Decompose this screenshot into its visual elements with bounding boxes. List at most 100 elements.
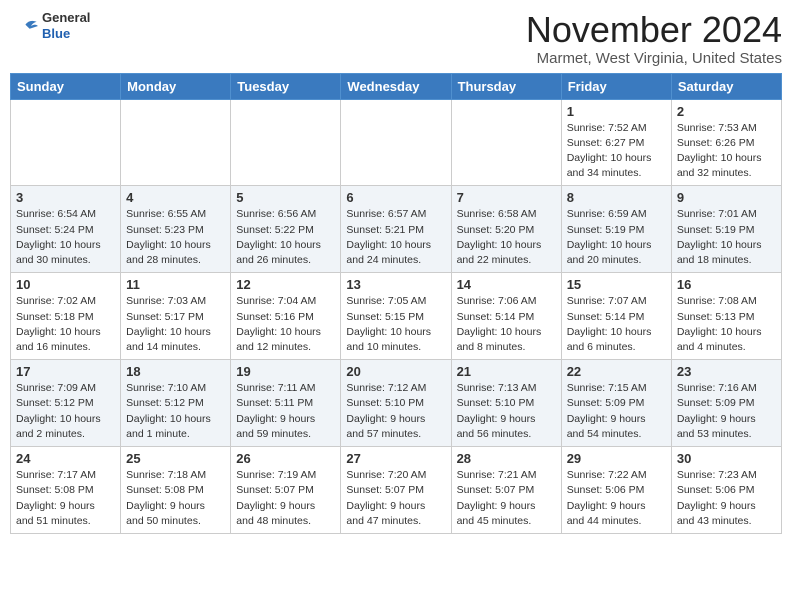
day-number: 19: [236, 364, 335, 379]
calendar-cell: 15Sunrise: 7:07 AM Sunset: 5:14 PM Dayli…: [561, 273, 671, 360]
day-info: Sunrise: 7:02 AM Sunset: 5:18 PM Dayligh…: [16, 294, 115, 355]
day-number: 8: [567, 190, 666, 205]
day-info: Sunrise: 7:06 AM Sunset: 5:14 PM Dayligh…: [457, 294, 556, 355]
week-row-1: 1Sunrise: 7:52 AM Sunset: 6:27 PM Daylig…: [11, 99, 782, 186]
day-info: Sunrise: 6:54 AM Sunset: 5:24 PM Dayligh…: [16, 207, 115, 268]
day-info: Sunrise: 6:56 AM Sunset: 5:22 PM Dayligh…: [236, 207, 335, 268]
day-number: 6: [346, 190, 445, 205]
calendar-cell: 28 Sunrise: 7:21 AM Sunset: 5:07 PM Dayli…: [451, 447, 561, 534]
day-number: 26: [236, 451, 335, 466]
day-info: Sunrise: 7:21 AM Sunset: 5:07 PM Dayligh…: [457, 468, 556, 529]
day-info: Sunrise: 6:58 AM Sunset: 5:20 PM Dayligh…: [457, 207, 556, 268]
calendar-header: SundayMondayTuesdayWednesdayThursdayFrid…: [11, 73, 782, 99]
calendar-body: 1Sunrise: 7:52 AM Sunset: 6:27 PM Daylig…: [11, 99, 782, 533]
weekday-row: SundayMondayTuesdayWednesdayThursdayFrid…: [11, 73, 782, 99]
calendar-cell: 7 Sunrise: 6:58 AM Sunset: 5:20 PM Daylig…: [451, 186, 561, 273]
title-area: November 2024 Marmet, West Virginia, Uni…: [526, 10, 782, 67]
day-number: 10: [16, 277, 115, 292]
day-number: 7: [457, 190, 556, 205]
calendar-cell: 9 Sunrise: 7:01 AM Sunset: 5:19 PM Daylig…: [671, 186, 781, 273]
month-title: November 2024: [526, 10, 782, 50]
header: General Blue November 2024 Marmet, West …: [10, 10, 782, 67]
calendar-cell: 30Sunrise: 7:23 AM Sunset: 5:06 PM Dayli…: [671, 447, 781, 534]
day-info: Sunrise: 7:17 AM Sunset: 5:08 PM Dayligh…: [16, 468, 115, 529]
calendar-cell: 16 Sunrise: 7:08 AM Sunset: 5:13 PM Dayli…: [671, 273, 781, 360]
week-row-5: 24 Sunrise: 7:17 AM Sunset: 5:08 PM Dayli…: [11, 447, 782, 534]
weekday-header-monday: Monday: [121, 73, 231, 99]
calendar-cell: 27 Sunrise: 7:20 AM Sunset: 5:07 PM Dayli…: [341, 447, 451, 534]
calendar-cell: 19 Sunrise: 7:11 AM Sunset: 5:11 PM Dayli…: [231, 360, 341, 447]
day-number: 15: [567, 277, 666, 292]
calendar-cell: [341, 99, 451, 186]
calendar: SundayMondayTuesdayWednesdayThursdayFrid…: [10, 73, 782, 534]
weekday-header-thursday: Thursday: [451, 73, 561, 99]
day-info: Sunrise: 7:11 AM Sunset: 5:11 PM Dayligh…: [236, 381, 335, 442]
day-number: 14: [457, 277, 556, 292]
calendar-cell: 5 Sunrise: 6:56 AM Sunset: 5:22 PM Daylig…: [231, 186, 341, 273]
day-number: 16: [677, 277, 776, 292]
calendar-cell: 12Sunrise: 7:04 AM Sunset: 5:16 PM Dayli…: [231, 273, 341, 360]
day-info: Sunrise: 6:55 AM Sunset: 5:23 PM Dayligh…: [126, 207, 225, 268]
calendar-cell: 14 Sunrise: 7:06 AM Sunset: 5:14 PM Dayli…: [451, 273, 561, 360]
day-number: 4: [126, 190, 225, 205]
day-number: 29: [567, 451, 666, 466]
logo: General Blue: [10, 10, 90, 41]
day-info: Sunrise: 7:19 AM Sunset: 5:07 PM Dayligh…: [236, 468, 335, 529]
day-info: Sunrise: 7:23 AM Sunset: 5:06 PM Dayligh…: [677, 468, 776, 529]
day-number: 3: [16, 190, 115, 205]
day-number: 25: [126, 451, 225, 466]
day-info: Sunrise: 7:05 AM Sunset: 5:15 PM Dayligh…: [346, 294, 445, 355]
day-info: Sunrise: 7:10 AM Sunset: 5:12 PM Dayligh…: [126, 381, 225, 442]
day-number: 2: [677, 104, 776, 119]
calendar-cell: 3 Sunrise: 6:54 AM Sunset: 5:24 PM Daylig…: [11, 186, 121, 273]
day-number: 5: [236, 190, 335, 205]
weekday-header-sunday: Sunday: [11, 73, 121, 99]
day-info: Sunrise: 7:12 AM Sunset: 5:10 PM Dayligh…: [346, 381, 445, 442]
day-info: Sunrise: 7:01 AM Sunset: 5:19 PM Dayligh…: [677, 207, 776, 268]
calendar-cell: 13 Sunrise: 7:05 AM Sunset: 5:15 PM Dayli…: [341, 273, 451, 360]
calendar-cell: 21 Sunrise: 7:13 AM Sunset: 5:10 PM Dayli…: [451, 360, 561, 447]
logo-text: General Blue: [42, 10, 90, 41]
day-number: 11: [126, 277, 225, 292]
logo-blue-text: Blue: [42, 26, 90, 42]
weekday-header-friday: Friday: [561, 73, 671, 99]
calendar-cell: 17Sunrise: 7:09 AM Sunset: 5:12 PM Dayli…: [11, 360, 121, 447]
day-number: 12: [236, 277, 335, 292]
calendar-cell: 1Sunrise: 7:52 AM Sunset: 6:27 PM Daylig…: [561, 99, 671, 186]
day-info: Sunrise: 6:59 AM Sunset: 5:19 PM Dayligh…: [567, 207, 666, 268]
calendar-cell: 26 Sunrise: 7:19 AM Sunset: 5:07 PM Dayli…: [231, 447, 341, 534]
day-number: 22: [567, 364, 666, 379]
day-info: Sunrise: 6:57 AM Sunset: 5:21 PM Dayligh…: [346, 207, 445, 268]
day-info: Sunrise: 7:08 AM Sunset: 5:13 PM Dayligh…: [677, 294, 776, 355]
calendar-cell: 29Sunrise: 7:22 AM Sunset: 5:06 PM Dayli…: [561, 447, 671, 534]
day-info: Sunrise: 7:13 AM Sunset: 5:10 PM Dayligh…: [457, 381, 556, 442]
weekday-header-saturday: Saturday: [671, 73, 781, 99]
day-info: Sunrise: 7:20 AM Sunset: 5:07 PM Dayligh…: [346, 468, 445, 529]
day-number: 21: [457, 364, 556, 379]
calendar-cell: 25 Sunrise: 7:18 AM Sunset: 5:08 PM Dayli…: [121, 447, 231, 534]
weekday-header-tuesday: Tuesday: [231, 73, 341, 99]
calendar-cell: 22Sunrise: 7:15 AM Sunset: 5:09 PM Dayli…: [561, 360, 671, 447]
day-info: Sunrise: 7:03 AM Sunset: 5:17 PM Dayligh…: [126, 294, 225, 355]
day-number: 13: [346, 277, 445, 292]
location: Marmet, West Virginia, United States: [526, 50, 782, 67]
calendar-cell: 24 Sunrise: 7:17 AM Sunset: 5:08 PM Dayli…: [11, 447, 121, 534]
logo-general-text: General: [42, 10, 90, 26]
day-info: Sunrise: 7:52 AM Sunset: 6:27 PM Dayligh…: [567, 121, 666, 182]
day-info: Sunrise: 7:18 AM Sunset: 5:08 PM Dayligh…: [126, 468, 225, 529]
week-row-3: 10 Sunrise: 7:02 AM Sunset: 5:18 PM Dayli…: [11, 273, 782, 360]
calendar-cell: 2 Sunrise: 7:53 AM Sunset: 6:26 PM Daylig…: [671, 99, 781, 186]
calendar-cell: 10 Sunrise: 7:02 AM Sunset: 5:18 PM Dayli…: [11, 273, 121, 360]
calendar-cell: 20 Sunrise: 7:12 AM Sunset: 5:10 PM Dayli…: [341, 360, 451, 447]
week-row-2: 3 Sunrise: 6:54 AM Sunset: 5:24 PM Daylig…: [11, 186, 782, 273]
calendar-cell: 23Sunrise: 7:16 AM Sunset: 5:09 PM Dayli…: [671, 360, 781, 447]
day-number: 27: [346, 451, 445, 466]
day-number: 24: [16, 451, 115, 466]
day-number: 17: [16, 364, 115, 379]
day-number: 20: [346, 364, 445, 379]
day-number: 28: [457, 451, 556, 466]
calendar-cell: [121, 99, 231, 186]
day-info: Sunrise: 7:53 AM Sunset: 6:26 PM Dayligh…: [677, 121, 776, 182]
day-number: 18: [126, 364, 225, 379]
day-number: 9: [677, 190, 776, 205]
